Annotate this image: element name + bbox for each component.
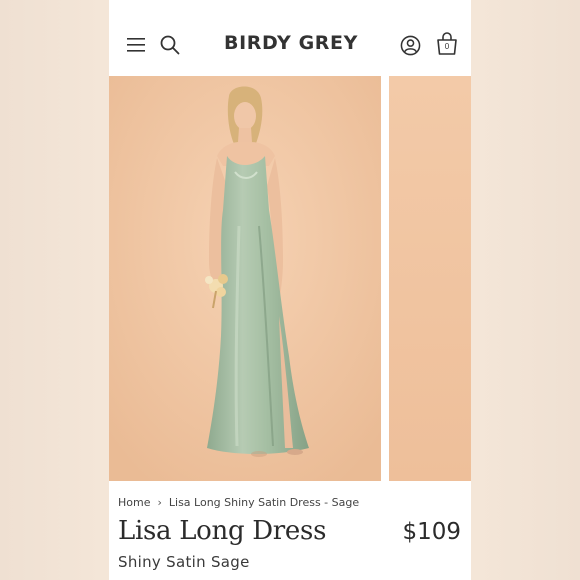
- search-button[interactable]: [159, 34, 181, 56]
- chevron-right-icon: ›: [157, 496, 162, 509]
- brand-logo[interactable]: BIRDY GREY: [199, 32, 383, 54]
- product-photo-next[interactable]: [389, 76, 471, 481]
- product-subtitle: Shiny Satin Sage: [118, 553, 250, 571]
- phone-screen: BIRDY GREY 0 Home › Lisa Long Shiny Sati…: [109, 0, 471, 580]
- account-button[interactable]: [399, 34, 421, 56]
- menu-icon: [127, 38, 145, 52]
- breadcrumb: Home › Lisa Long Shiny Satin Dress - Sage: [118, 496, 359, 509]
- search-icon: [160, 35, 180, 55]
- product-photo-main[interactable]: [109, 76, 381, 481]
- product-info: Home › Lisa Long Shiny Satin Dress - Sage …: [109, 481, 471, 580]
- bag-count-badge: 0: [444, 42, 450, 51]
- product-gallery[interactable]: [109, 76, 471, 481]
- breadcrumb-current: Lisa Long Shiny Satin Dress - Sage: [168, 496, 360, 509]
- breadcrumb-home-link[interactable]: Home: [118, 496, 150, 509]
- product-price: $109: [402, 519, 461, 545]
- product-title: Lisa Long Dress: [118, 516, 327, 546]
- model-in-dress-image: [109, 76, 381, 481]
- bag-button[interactable]: 0: [435, 32, 459, 58]
- menu-button[interactable]: [125, 34, 147, 56]
- site-header: BIRDY GREY 0: [109, 18, 471, 74]
- account-icon: [400, 35, 420, 55]
